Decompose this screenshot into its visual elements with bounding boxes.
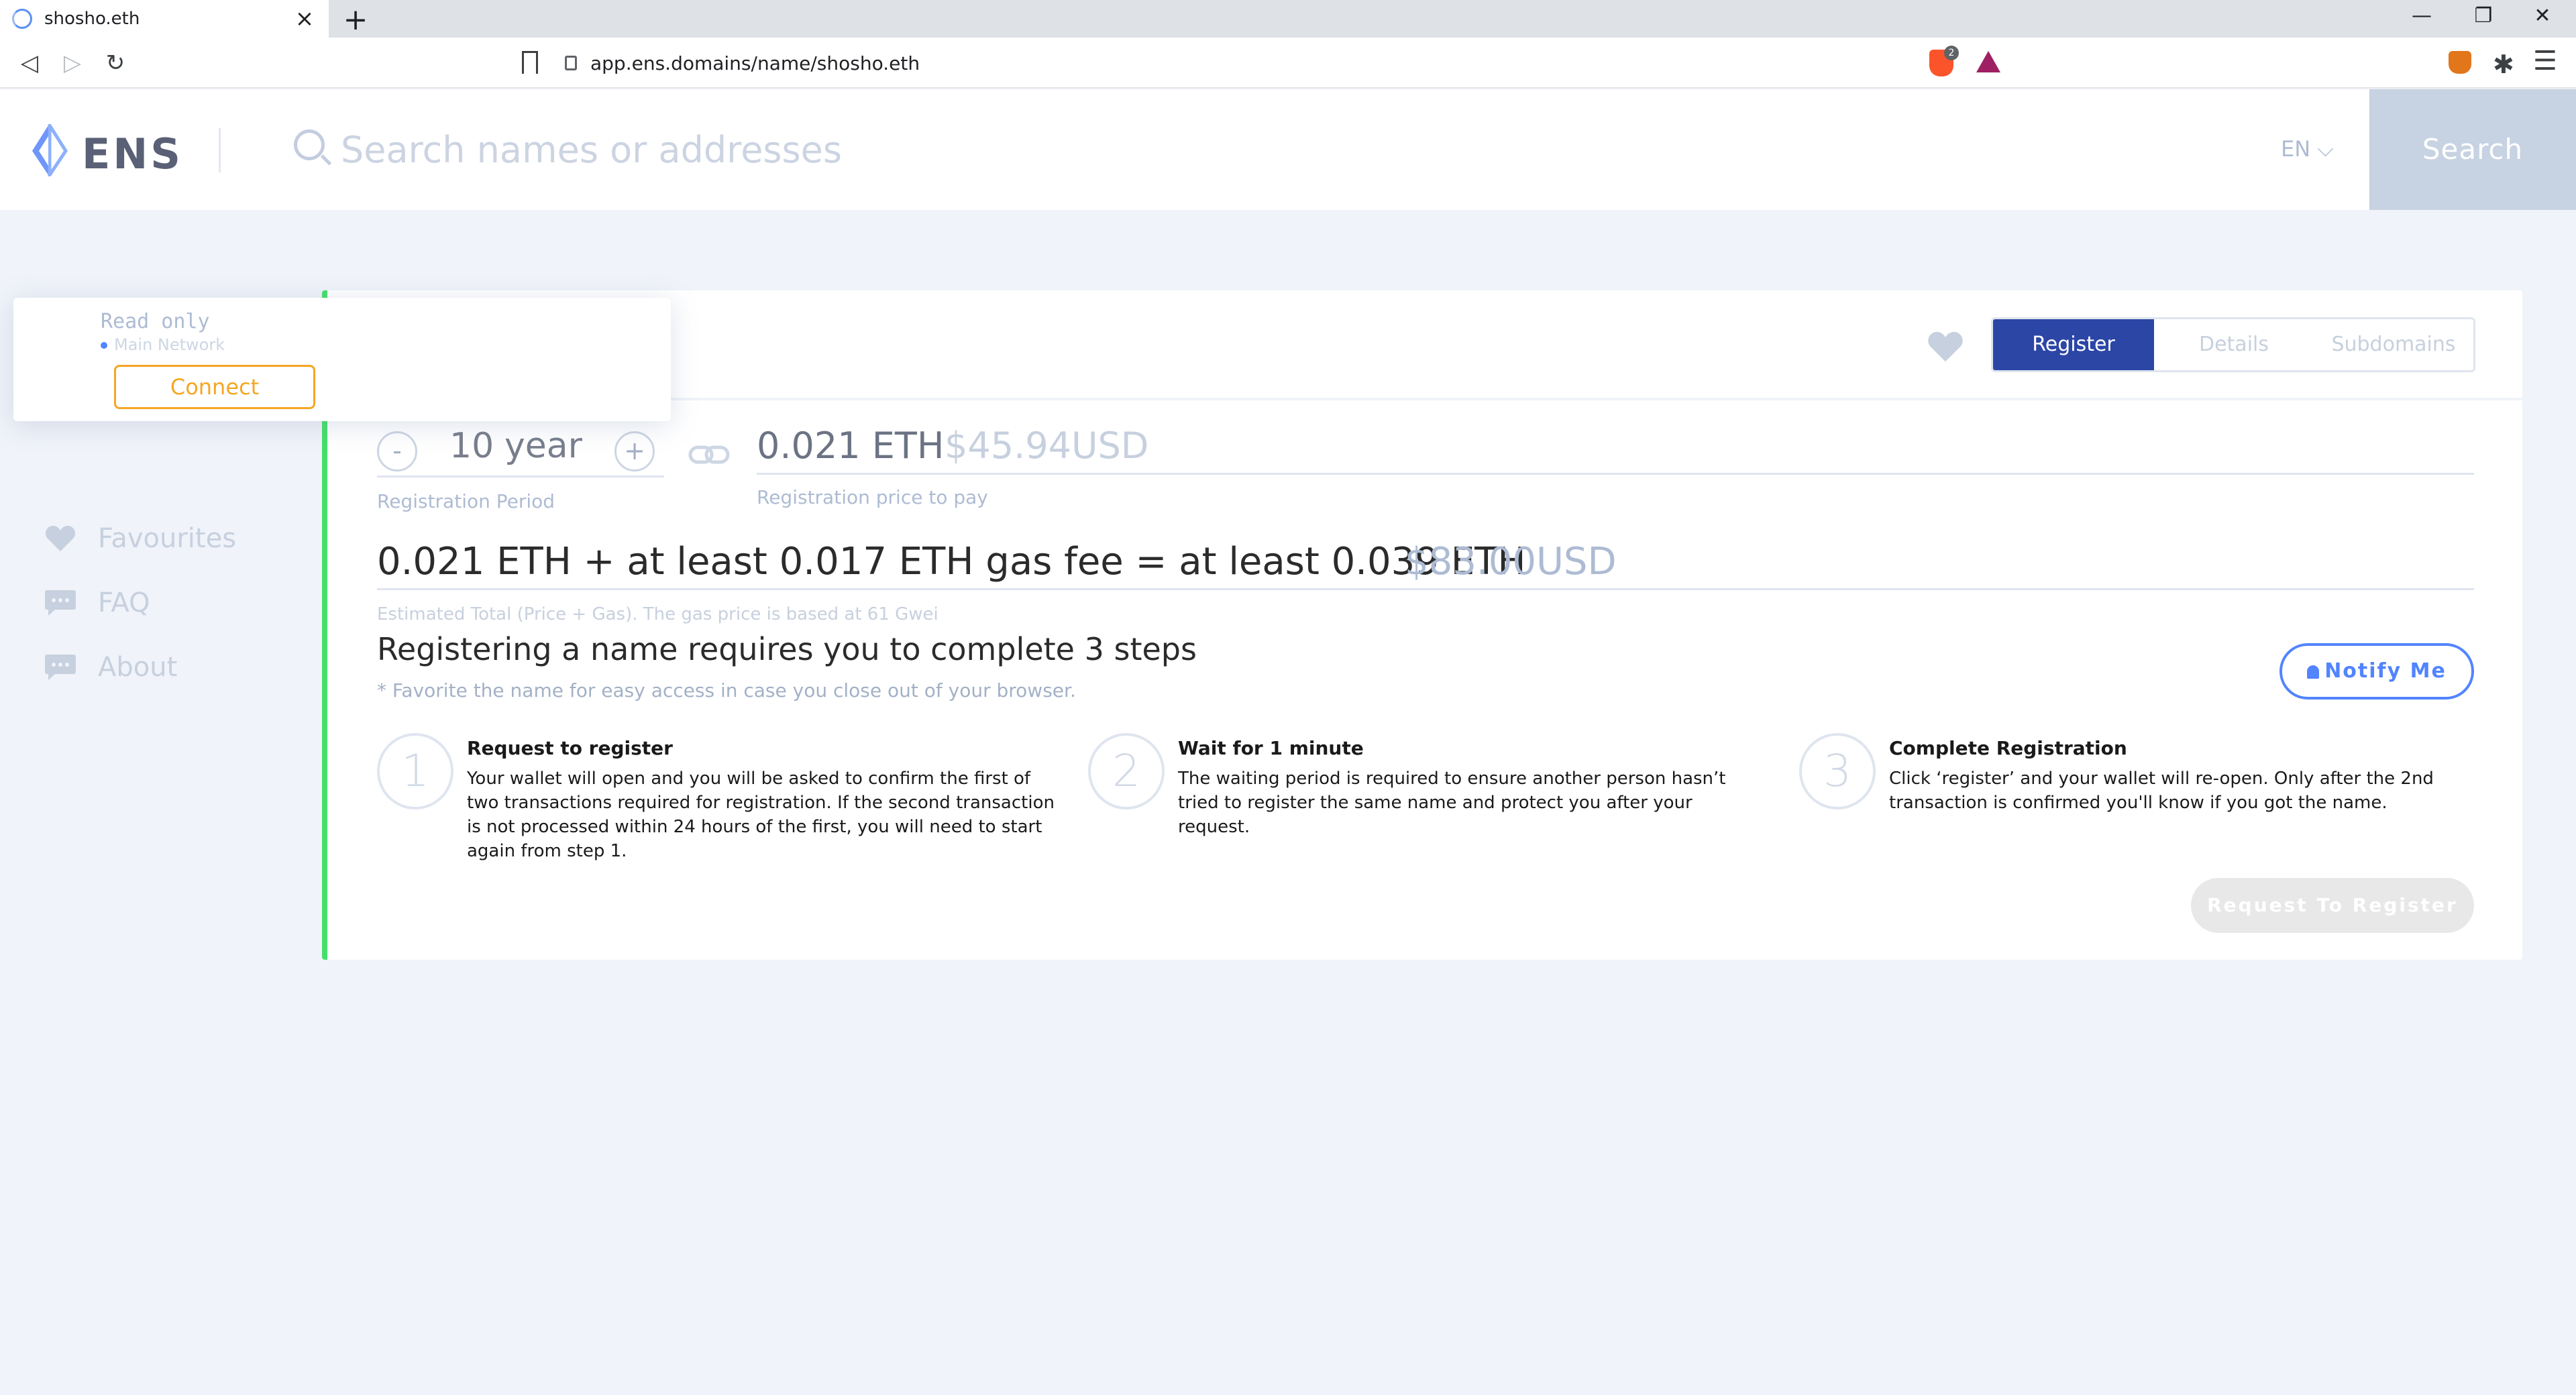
name-tabs: Register Details Subdomains <box>1991 317 2475 372</box>
step-body: Your wallet will open and you will be as… <box>467 769 1055 861</box>
address-bar[interactable]: app.ens.domains/name/shosho.eth <box>554 43 2010 83</box>
tab-register[interactable]: Register <box>1993 319 2154 370</box>
chat-icon <box>45 590 76 616</box>
wallet-status-card: Read only Main Network Connect <box>13 298 671 421</box>
notify-me-button[interactable]: Notify Me <box>2279 643 2474 700</box>
step-title: Request to register <box>467 737 673 759</box>
step-body: Click ‘register’ and your wallet will re… <box>1889 769 2434 813</box>
search-icon <box>294 129 325 160</box>
period-value: 10 <box>449 426 494 466</box>
forward-button[interactable]: ▷ <box>56 47 89 79</box>
step-number: 3 <box>1799 733 1876 810</box>
chat-icon <box>45 655 76 680</box>
back-button[interactable]: ◁ <box>13 47 46 79</box>
estimated-total-usd: $83.00USD <box>1405 540 1617 583</box>
period-increase-button[interactable]: + <box>614 431 655 471</box>
tab-title: shosho.eth <box>44 9 140 29</box>
price-eth: 0.021 ETH <box>757 425 945 467</box>
period-decrease-button[interactable]: - <box>377 431 417 471</box>
browser-toolbar: ◁ ▷ ↻ app.ens.domains/name/shosho.eth 2 … <box>0 38 2576 89</box>
ens-wordmark[interactable]: ENS <box>82 129 183 178</box>
price-underline <box>757 473 2474 475</box>
total-underline <box>377 588 2474 590</box>
window-close-button[interactable]: ✕ <box>2522 4 2563 27</box>
tab-subdomains[interactable]: Subdomains <box>2314 319 2473 370</box>
heart-icon <box>45 526 76 551</box>
period-unit: year <box>504 426 583 466</box>
bell-icon <box>2307 665 2320 679</box>
wallet-network: Main Network <box>114 335 225 354</box>
header-divider <box>219 128 221 172</box>
period-label: Registration Period <box>377 490 555 512</box>
window-restore-button[interactable]: ❐ <box>2463 4 2504 27</box>
period-underline <box>377 476 664 478</box>
extensions-icon[interactable]: ✱ <box>2493 50 2514 79</box>
price-label: Registration price to pay <box>757 486 988 508</box>
ens-logo-icon[interactable] <box>25 124 72 176</box>
sidebar-item-faq[interactable]: FAQ <box>44 588 150 618</box>
tab-details[interactable]: Details <box>2154 319 2314 370</box>
estimated-total: 0.021 ETH + at least 0.017 ETH gas fee =… <box>377 540 1526 583</box>
sidebar-item-label: About <box>98 652 178 683</box>
metamask-extension-icon[interactable] <box>2449 51 2471 74</box>
step-number: 2 <box>1088 733 1165 810</box>
search-input[interactable] <box>341 123 2219 176</box>
new-tab-button[interactable]: + <box>339 3 372 37</box>
tab-close-button[interactable]: × <box>292 5 317 32</box>
steps-note: * Favorite the name for easy access in c… <box>377 679 1076 702</box>
price-usd: $45.94USD <box>945 425 1149 467</box>
search-button[interactable]: Search <box>2369 89 2576 210</box>
favourite-heart-icon[interactable] <box>1927 328 1964 366</box>
sidebar-item-about[interactable]: About <box>44 652 177 683</box>
reload-button[interactable]: ↻ <box>99 47 131 79</box>
request-to-register-button[interactable]: Request To Register <box>2191 878 2474 933</box>
brave-rewards-icon[interactable] <box>1976 51 2000 72</box>
step-title: Wait for 1 minute <box>1178 737 1364 759</box>
step-body: The waiting period is required to ensure… <box>1178 769 1726 837</box>
language-select[interactable]: EN ⌵ <box>2281 136 2334 162</box>
browser-menu-icon[interactable]: ☰ <box>2533 46 2557 76</box>
browser-tab-bar: shosho.eth × + — ❐ ✕ <box>0 0 2576 38</box>
network-status-dot <box>101 342 107 349</box>
sidebar-item-favourites[interactable]: Favourites <box>44 523 236 554</box>
browser-tab[interactable]: shosho.eth × <box>0 0 329 38</box>
app-header: ENS EN ⌵ Search <box>0 89 2576 210</box>
step-title: Complete Registration <box>1889 737 2127 759</box>
window-minimize-button[interactable]: — <box>2402 4 2442 27</box>
wallet-status: Read only <box>101 310 210 333</box>
steps-title: Registering a name requires you to compl… <box>377 631 1197 667</box>
link-icon <box>688 445 730 464</box>
ens-favicon-icon <box>12 9 32 29</box>
url-text[interactable]: app.ens.domains/name/shosho.eth <box>590 52 920 74</box>
bookmark-icon[interactable] <box>522 51 538 74</box>
brave-shields-badge: 2 <box>1944 46 1959 60</box>
sidebar-item-label: Favourites <box>98 523 237 554</box>
total-label: Estimated Total (Price + Gas). The gas p… <box>377 604 938 624</box>
sidebar-item-label: FAQ <box>98 588 150 618</box>
lock-icon[interactable] <box>565 56 577 70</box>
notify-me-label: Notify Me <box>2324 659 2447 683</box>
connect-button[interactable]: Connect <box>114 365 315 409</box>
step-number: 1 <box>377 733 453 810</box>
